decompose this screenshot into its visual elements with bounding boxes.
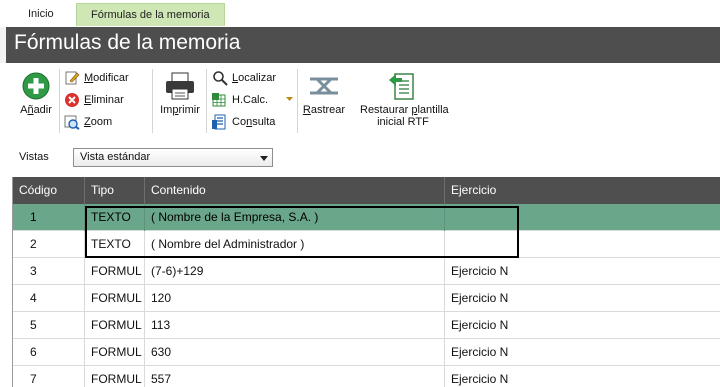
- query-icon: [212, 114, 226, 130]
- grid-header: Código Tipo Contenido Ejercicio: [13, 177, 720, 204]
- page-header: Fórmulas de la memoria: [0, 27, 720, 63]
- restore-template-label-line1: Restaurar plantilla: [360, 104, 449, 116]
- column-header-contenido[interactable]: Contenido: [145, 177, 445, 204]
- cell-ejercicio: Ejercicio N: [451, 345, 509, 359]
- table-row[interactable]: 6 FORMUL 630 Ejercicio N: [13, 339, 720, 366]
- modify-label: Modificar: [84, 72, 129, 84]
- cell-ejercicio: [445, 231, 720, 258]
- cell-codigo: 2: [13, 231, 85, 258]
- trace-button[interactable]: Rastrear: [301, 71, 347, 116]
- cell-ejercicio: [445, 204, 720, 231]
- locate-button[interactable]: Localizar: [212, 68, 276, 88]
- add-label: Añadir: [20, 104, 52, 116]
- toolbar-separator: [152, 69, 153, 133]
- hcalc-dropdown-arrow-icon[interactable]: [286, 97, 293, 102]
- cell-tipo: FORMUL: [85, 285, 145, 312]
- print-button[interactable]: Imprimir: [158, 71, 202, 116]
- table-row[interactable]: 1 TEXTO ( Nombre de la Empresa, S.A. ): [13, 204, 720, 231]
- table-row[interactable]: 4 FORMUL 120 Ejercicio N: [13, 285, 720, 312]
- chevron-down-icon: [260, 156, 268, 161]
- cell-tipo: FORMUL: [85, 366, 145, 387]
- delete-icon: [65, 93, 79, 107]
- toolbar-separator: [206, 69, 207, 133]
- cell-codigo: 4: [13, 285, 85, 312]
- cell-tipo: FORMUL: [85, 258, 145, 285]
- views-label: Vistas: [19, 151, 49, 163]
- delete-button[interactable]: Eliminar: [64, 90, 124, 110]
- cell-ejercicio: Ejercicio N: [451, 264, 509, 278]
- table-row[interactable]: 7 FORMUL 557 Ejercicio N: [13, 366, 720, 387]
- app-window: Inicio Fórmulas de la memoria Fórmulas d…: [0, 0, 720, 387]
- hcalc-button[interactable]: H.Calc.: [212, 90, 268, 110]
- delete-label: Eliminar: [84, 94, 124, 106]
- locate-label: Localizar: [232, 72, 277, 84]
- cell-tipo: TEXTO: [85, 204, 145, 231]
- query-button[interactable]: Consulta: [212, 112, 275, 132]
- add-button[interactable]: Añadir: [14, 71, 58, 116]
- tab-formulas-memoria[interactable]: Fórmulas de la memoria: [76, 3, 225, 26]
- toolbar-separator: [59, 69, 60, 133]
- cell-ejercicio: Ejercicio N: [451, 291, 509, 305]
- modify-button[interactable]: Modificar: [64, 68, 129, 88]
- formulas-grid: Código Tipo Contenido Ejercicio 1 TEXTO …: [12, 177, 720, 387]
- restore-template-label-line2: inicial RTF: [377, 116, 429, 128]
- edit-icon: [65, 71, 80, 85]
- toolbar: Añadir Modificar Eliminar Zoom Imprimir …: [0, 63, 720, 142]
- cell-codigo: 1: [13, 204, 85, 231]
- cell-codigo: 6: [13, 339, 85, 366]
- add-icon: [22, 72, 50, 100]
- cell-contenido: ( Nombre del Administrador ): [145, 231, 445, 258]
- views-select[interactable]: Vista estándar: [73, 148, 273, 167]
- zoom-label: Zoom: [84, 116, 113, 128]
- cell-contenido: 557: [145, 366, 445, 387]
- cell-codigo: 7: [13, 366, 85, 387]
- cell-contenido: (7-6)+129: [145, 258, 445, 285]
- table-row[interactable]: 5 FORMUL 113 Ejercicio N: [13, 312, 720, 339]
- restore-template-icon: [389, 73, 414, 100]
- column-header-ejercicio[interactable]: Ejercicio: [445, 177, 720, 204]
- cell-ejercicio: Ejercicio N: [451, 372, 509, 386]
- ribbon-tabs: Inicio Fórmulas de la memoria: [0, 0, 720, 27]
- cell-contenido: 630: [145, 339, 445, 366]
- search-icon: [213, 71, 228, 86]
- toolbar-separator: [297, 69, 298, 133]
- cell-tipo: TEXTO: [85, 231, 145, 258]
- spreadsheet-icon: [212, 93, 226, 107]
- page-title: Fórmulas de la memoria: [14, 31, 241, 54]
- cell-contenido: 120: [145, 285, 445, 312]
- cell-contenido: ( Nombre de la Empresa, S.A. ): [145, 204, 445, 231]
- cell-ejercicio: Ejercicio N: [451, 318, 509, 332]
- tab-inicio[interactable]: Inicio: [14, 3, 68, 26]
- table-row[interactable]: 3 FORMUL (7-6)+129 Ejercicio N: [13, 258, 720, 285]
- column-header-codigo[interactable]: Código: [13, 177, 85, 204]
- cell-contenido: 113: [145, 312, 445, 339]
- cell-codigo: 3: [13, 258, 85, 285]
- zoom-button[interactable]: Zoom: [64, 112, 112, 132]
- trace-label: Rastrear: [302, 104, 346, 116]
- restore-template-button[interactable]: Restaurar plantilla inicial RTF: [360, 71, 449, 128]
- trace-icon: [310, 77, 338, 95]
- cell-tipo: FORMUL: [85, 339, 145, 366]
- views-select-value: Vista estándar: [80, 151, 151, 163]
- printer-icon: [166, 72, 194, 100]
- query-label: Consulta: [232, 116, 276, 128]
- cell-codigo: 5: [13, 312, 85, 339]
- zoom-icon: [64, 115, 80, 130]
- hcalc-label: H.Calc.: [232, 94, 269, 106]
- table-row[interactable]: 2 TEXTO ( Nombre del Administrador ): [13, 231, 720, 258]
- column-header-tipo[interactable]: Tipo: [85, 177, 145, 204]
- print-label: Imprimir: [160, 104, 200, 116]
- cell-tipo: FORMUL: [85, 312, 145, 339]
